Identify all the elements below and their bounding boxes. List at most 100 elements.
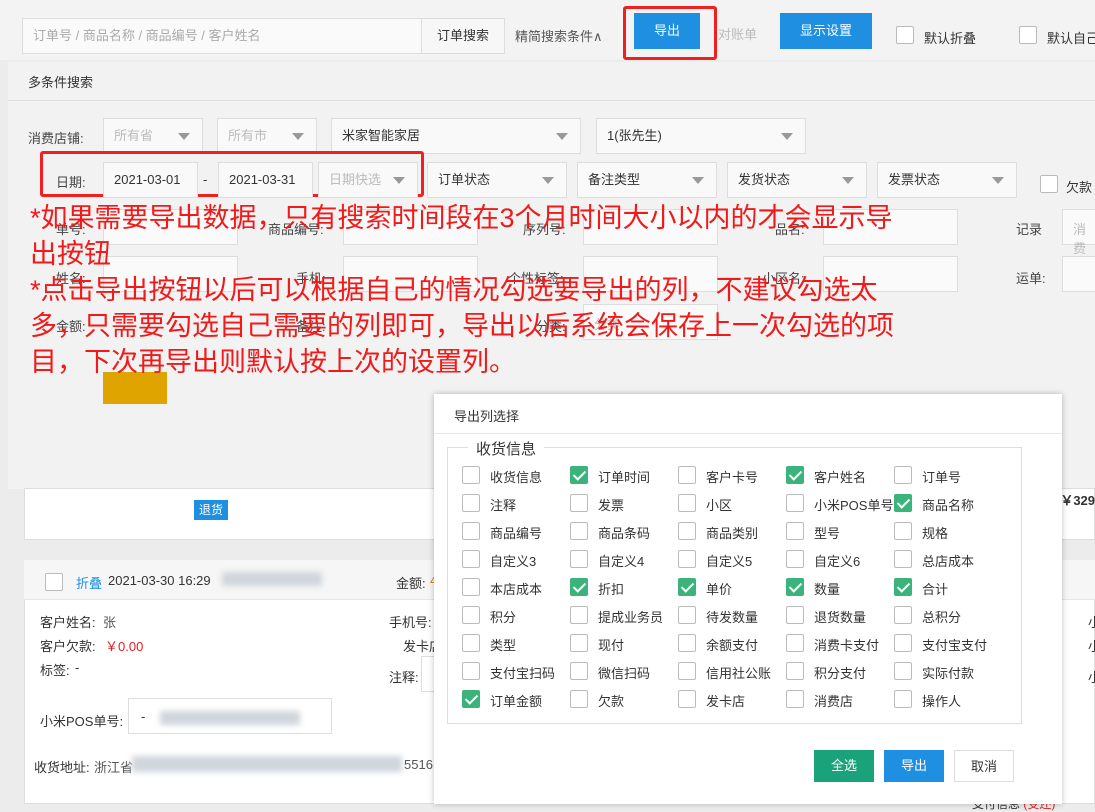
column-option-label: 折扣 <box>598 582 625 597</box>
column-checkbox[interactable] <box>894 522 912 540</box>
column-checkbox[interactable] <box>786 550 804 568</box>
column-option-label: 订单金额 <box>490 694 543 709</box>
display-settings-button[interactable]: 显示设置 <box>780 13 872 49</box>
date-to-input[interactable]: 2021-03-31 <box>218 162 313 198</box>
column-checkbox[interactable] <box>894 662 912 680</box>
column-option-label: 客户姓名 <box>814 470 867 485</box>
column-checkbox[interactable] <box>786 606 804 624</box>
select-all-button[interactable]: 全选 <box>814 750 874 782</box>
annotation-text: *如果需要导出数据，只有搜索时间段在3个月时间大小以内的才会显示导 出按钮 *点… <box>30 203 894 377</box>
return-badge: 退货 <box>194 500 228 520</box>
person-select[interactable]: 1(张先生) <box>596 118 806 154</box>
reconcile-button[interactable]: 对账单 <box>718 24 757 43</box>
column-checkbox[interactable] <box>786 578 804 596</box>
column-checkbox[interactable] <box>894 550 912 568</box>
column-checkbox[interactable] <box>462 578 480 596</box>
column-checkbox[interactable] <box>462 690 480 708</box>
column-checkbox[interactable] <box>462 634 480 652</box>
column-checkbox[interactable] <box>678 606 696 624</box>
column-checkbox[interactable] <box>570 578 588 596</box>
column-checkbox[interactable] <box>462 494 480 512</box>
customer-debt-value: ￥0.00 <box>105 639 144 654</box>
search-input[interactable]: 订单号 / 商品名称 / 商品编号 / 客户姓名 <box>22 18 422 54</box>
redacted-info <box>222 572 322 586</box>
column-checkbox[interactable] <box>570 606 588 624</box>
default-custom-checkbox[interactable] <box>1019 26 1037 44</box>
column-checkbox[interactable] <box>462 522 480 540</box>
column-option-label: 单价 <box>706 582 733 597</box>
note-input[interactable] <box>421 656 435 692</box>
city-select[interactable]: 所有市 <box>217 118 317 154</box>
column-checkbox[interactable] <box>570 550 588 568</box>
column-checkbox[interactable] <box>678 522 696 540</box>
phone-label: 手机号: <box>389 615 432 630</box>
store-select[interactable]: 米家智能家居 <box>331 118 581 154</box>
customer-debt-label: 客户欠款: <box>40 639 96 654</box>
column-checkbox[interactable] <box>786 494 804 512</box>
column-checkbox[interactable] <box>462 550 480 568</box>
column-checkbox[interactable] <box>678 494 696 512</box>
column-option-label: 退货数量 <box>814 610 867 625</box>
address-tail: 5516 <box>404 757 433 772</box>
column-checkbox[interactable] <box>570 522 588 540</box>
ship-status-select[interactable]: 发货状态 <box>727 162 867 198</box>
remark-type-select[interactable]: 备注类型 <box>577 162 717 198</box>
column-checkbox[interactable] <box>678 550 696 568</box>
column-option-label: 收货信息 <box>490 470 543 485</box>
column-checkbox[interactable] <box>462 466 480 484</box>
column-checkbox[interactable] <box>570 662 588 680</box>
fold-link[interactable]: 折叠 <box>76 573 102 592</box>
column-checkbox[interactable] <box>570 634 588 652</box>
order-select-checkbox[interactable] <box>45 573 63 591</box>
column-checkbox[interactable] <box>678 662 696 680</box>
tag-value: - <box>75 660 80 675</box>
column-option-label: 自定义5 <box>706 554 753 569</box>
default-fold-label: 默认折叠 <box>924 31 977 46</box>
column-checkbox[interactable] <box>786 634 804 652</box>
column-checkbox[interactable] <box>894 578 912 596</box>
invoice-status-select[interactable]: 发票状态 <box>877 162 1017 198</box>
pos-label: 小米POS单号: <box>40 714 124 729</box>
column-option-label: 总店成本 <box>922 554 975 569</box>
column-option-label: 合计 <box>922 582 949 597</box>
column-option-label: 注释 <box>490 498 517 513</box>
column-checkbox[interactable] <box>894 606 912 624</box>
column-checkbox[interactable] <box>570 690 588 708</box>
column-checkbox[interactable] <box>894 634 912 652</box>
refine-search-toggle[interactable]: 精简搜索条件∧ <box>515 26 603 45</box>
order-status-select[interactable]: 订单状态 <box>427 162 567 198</box>
column-checkbox[interactable] <box>570 494 588 512</box>
column-checkbox[interactable] <box>894 494 912 512</box>
column-checkbox[interactable] <box>678 634 696 652</box>
column-checkbox[interactable] <box>894 466 912 484</box>
column-checkbox[interactable] <box>678 466 696 484</box>
column-checkbox[interactable] <box>894 690 912 708</box>
debt-checkbox[interactable] <box>1040 175 1058 193</box>
date-quick-select[interactable]: 日期快选 <box>318 162 418 198</box>
column-checkbox[interactable] <box>462 662 480 680</box>
date-from-input[interactable]: 2021-03-01 <box>103 162 198 198</box>
column-checkbox[interactable] <box>462 606 480 624</box>
column-option-label: 积分 <box>490 610 517 625</box>
column-checkbox[interactable] <box>786 662 804 680</box>
customer-name-label: 客户姓名: <box>40 615 96 630</box>
order-search-button[interactable]: 订单搜索 <box>421 18 505 54</box>
cancel-button[interactable]: 取消 <box>954 750 1014 782</box>
default-fold-checkbox[interactable] <box>896 26 914 44</box>
column-checkbox[interactable] <box>570 466 588 484</box>
column-option-label: 实际付款 <box>922 666 975 681</box>
export-button[interactable]: 导出 <box>634 13 700 49</box>
column-checkbox[interactable] <box>786 466 804 484</box>
column-checkbox[interactable] <box>678 578 696 596</box>
column-option-label: 信用社公账 <box>706 666 772 681</box>
column-checkbox[interactable] <box>786 690 804 708</box>
province-select[interactable]: 所有省 <box>103 118 203 154</box>
column-checkbox[interactable] <box>678 690 696 708</box>
column-option-label: 欠款 <box>598 694 625 709</box>
right-label: 小 <box>1088 615 1095 630</box>
column-option-label: 自定义4 <box>598 554 645 569</box>
column-option-label: 微信扫码 <box>598 666 651 681</box>
address-value: 浙江省 <box>94 760 134 775</box>
export-confirm-button[interactable]: 导出 <box>884 750 944 782</box>
column-checkbox[interactable] <box>786 522 804 540</box>
